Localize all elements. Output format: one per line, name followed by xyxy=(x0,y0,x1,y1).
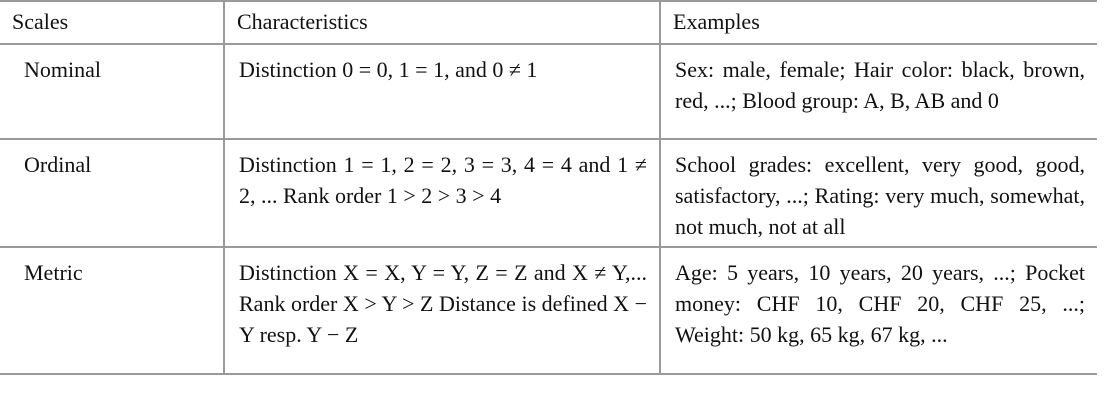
table-row-metric: Metric Distinction X = X, Y = Y, Z = Z a… xyxy=(0,247,1097,375)
examples-cell: School grades: excellent, very good, goo… xyxy=(659,139,1097,248)
scale-cell: Metric xyxy=(0,247,224,375)
header-row: Scales Characteristics Examples xyxy=(0,0,1097,45)
header-examples: Examples xyxy=(659,0,1097,45)
header-characteristics: Characteristics xyxy=(223,0,660,45)
examples-cell: Sex: male, female; Hair color: black, br… xyxy=(659,44,1097,140)
scale-cell: Nominal xyxy=(0,44,224,140)
table-row-ordinal: Ordinal Distinction 1 = 1, 2 = 2, 3 = 3,… xyxy=(0,139,1097,248)
scales-table: Scales Characteristics Examples Nominal … xyxy=(0,0,1097,375)
header-scales: Scales xyxy=(0,0,224,45)
characteristics-cell: Distinction 1 = 1, 2 = 2, 3 = 3, 4 = 4 a… xyxy=(223,139,660,248)
examples-cell: Age: 5 years, 10 years, 20 years, ...; P… xyxy=(659,247,1097,375)
characteristics-cell: Distinction X = X, Y = Y, Z = Z and X ≠ … xyxy=(223,247,660,375)
scale-cell: Ordinal xyxy=(0,139,224,248)
characteristics-cell: Distinction 0 = 0, 1 = 1, and 0 ≠ 1 xyxy=(223,44,660,140)
table-row-nominal: Nominal Distinction 0 = 0, 1 = 1, and 0 … xyxy=(0,44,1097,140)
